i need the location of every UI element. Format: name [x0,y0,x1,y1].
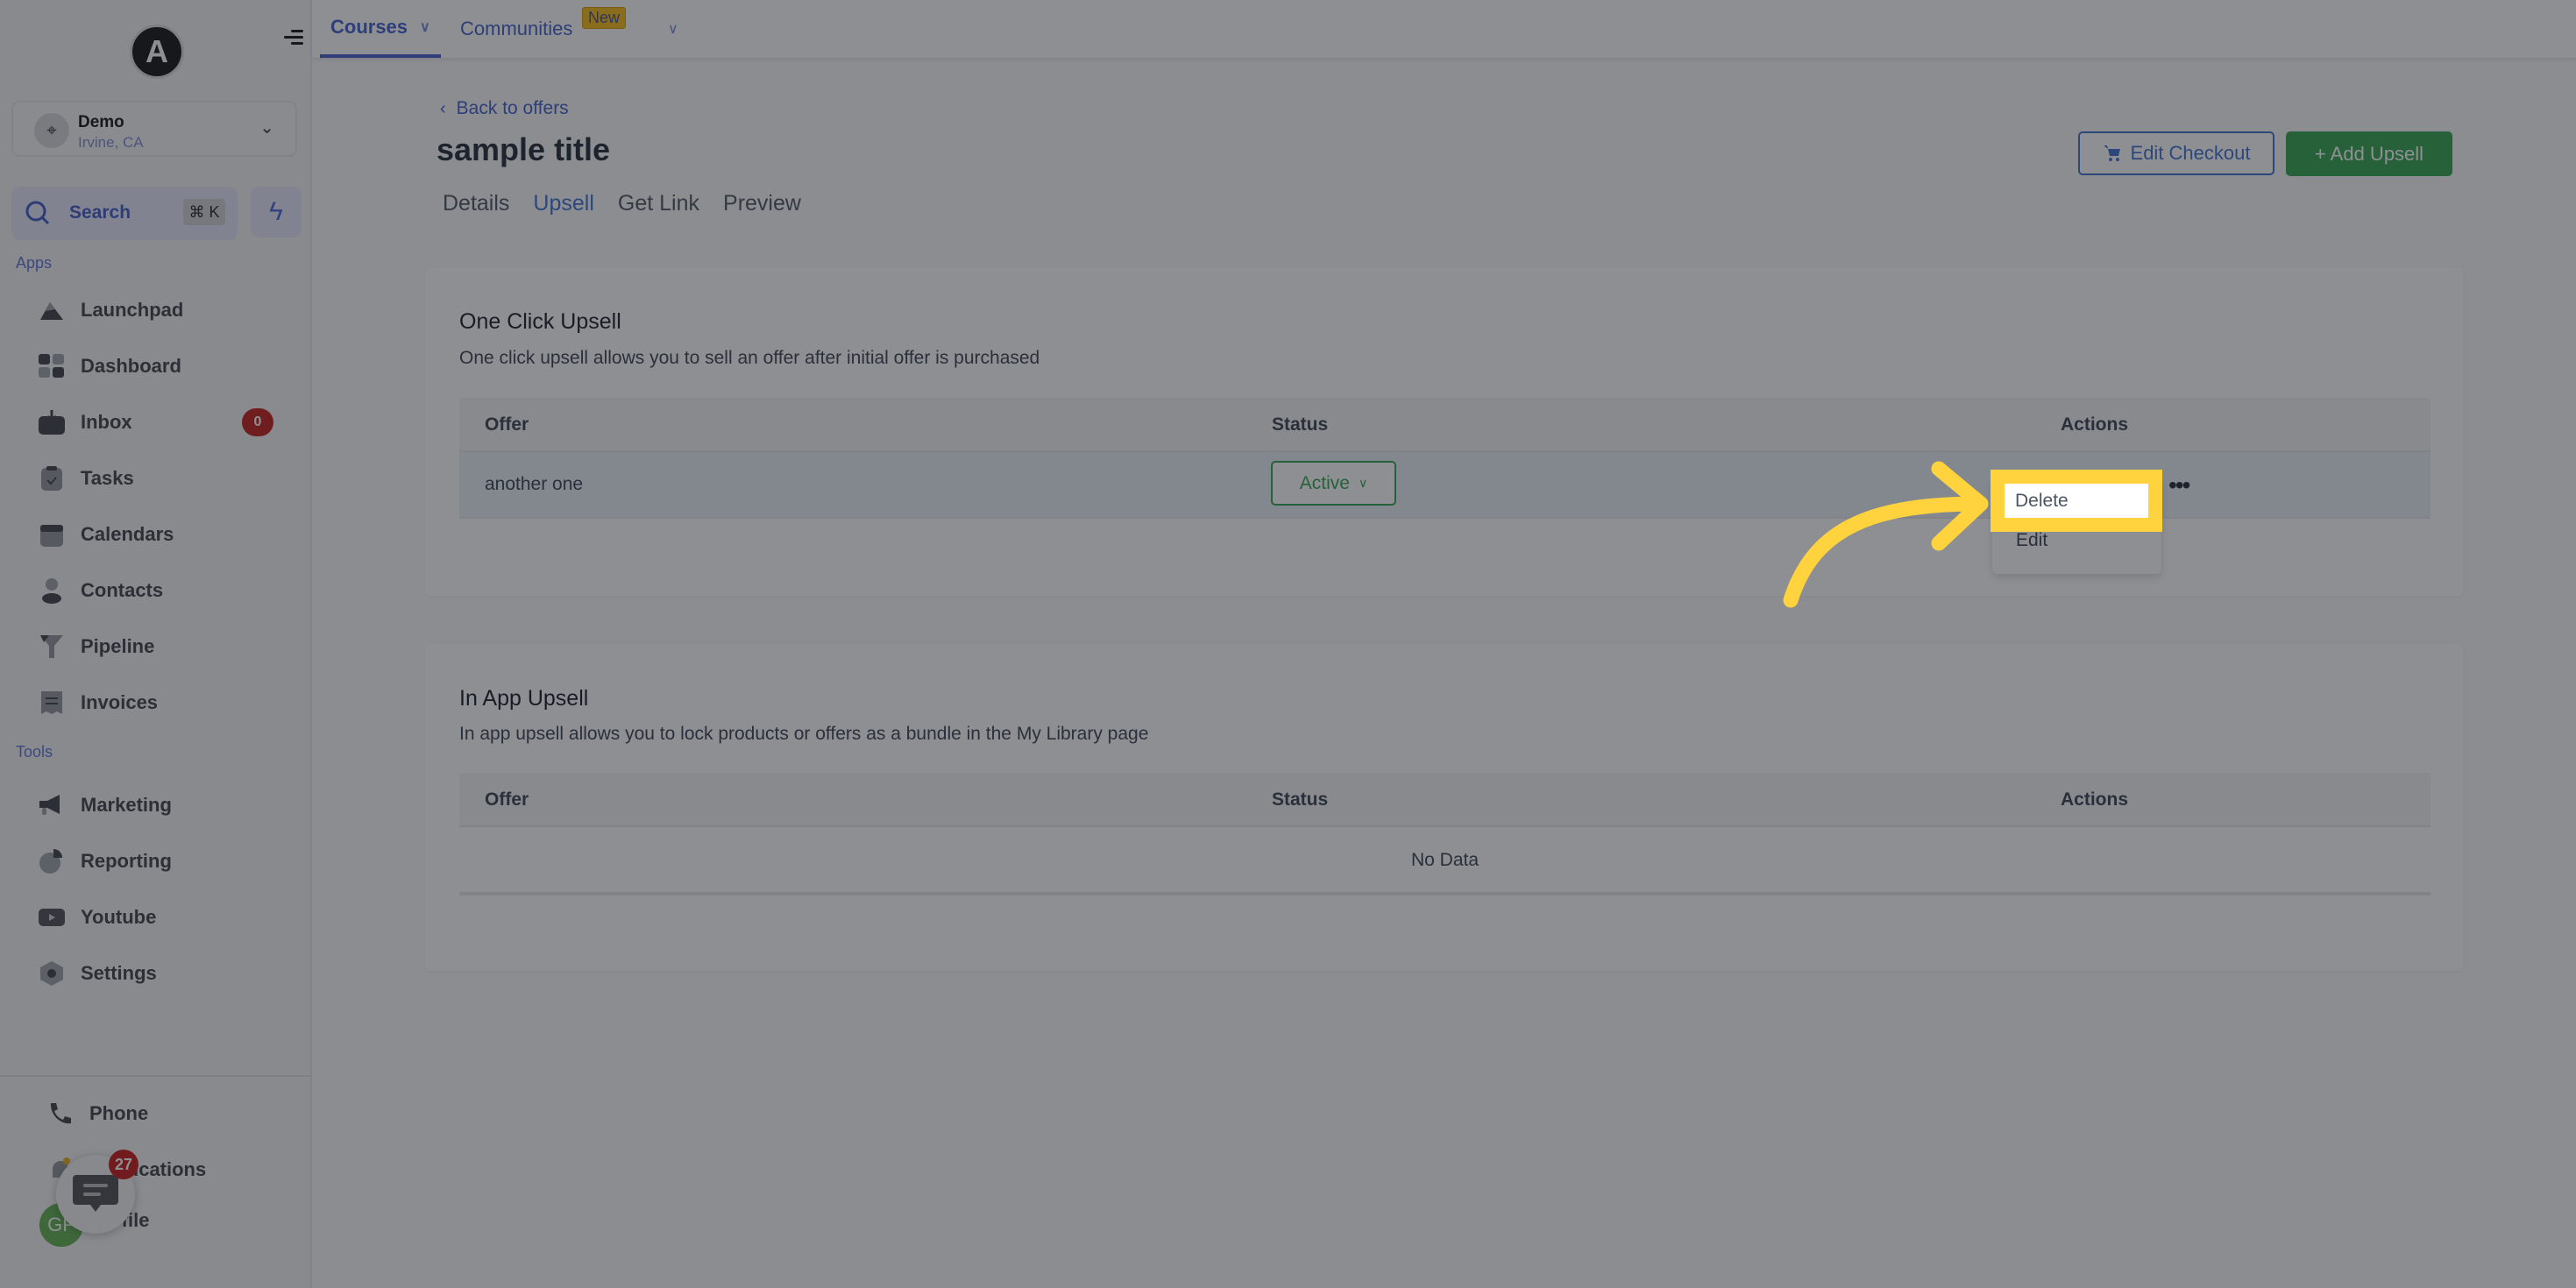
highlight-box: Delete [1991,470,2162,532]
highlighted-delete-option[interactable]: Delete [2005,484,2148,518]
pointer-arrow-icon [1783,461,1989,608]
delete-label: Delete [2015,491,2069,511]
tutorial-dim-overlay [0,0,2576,1288]
